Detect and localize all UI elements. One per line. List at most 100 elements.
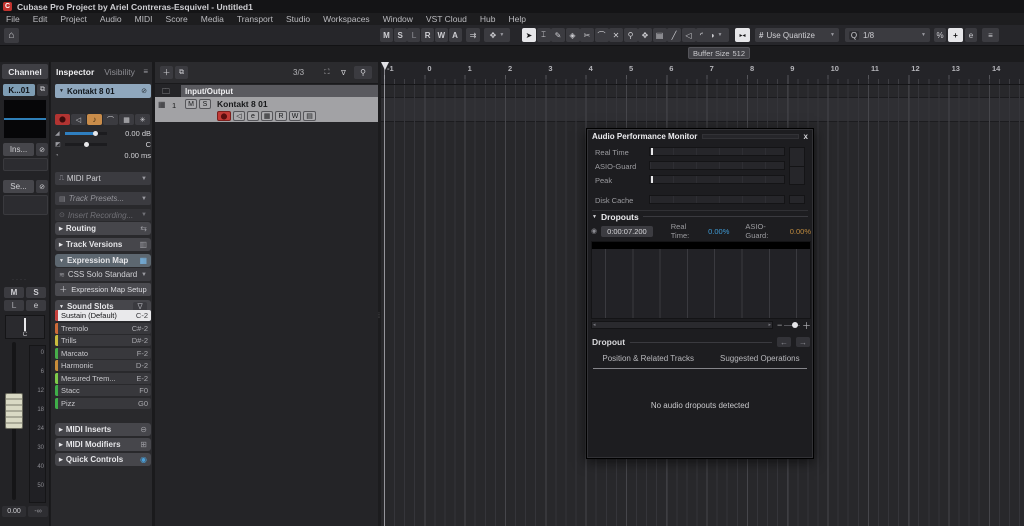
track-name-header[interactable]: ▼ Kontakt 8 01 ⊘ — [55, 84, 151, 98]
scroll-left-icon[interactable]: ◂ — [593, 322, 596, 328]
menu-score[interactable]: Score — [165, 14, 189, 24]
grid-type-select[interactable]: # Use Quantize ▼ — [755, 28, 839, 42]
menu-transport[interactable]: Transport — [236, 14, 274, 24]
glue-tool[interactable]: ⌒ — [595, 28, 609, 42]
apm-drag-grip[interactable] — [702, 134, 798, 139]
range-selection-tool[interactable]: ⌶ — [537, 28, 551, 42]
inserts-bypass-icon[interactable]: ⊘ — [36, 143, 48, 156]
track-read-button[interactable]: R — [275, 111, 287, 121]
sound-slot-tremolo[interactable]: TremoloC#-2 — [55, 323, 151, 334]
zoom-slider-knob[interactable] — [792, 322, 798, 328]
prev-dropout-button[interactable]: ← — [777, 337, 791, 347]
mute-tool[interactable]: ✕ — [609, 28, 623, 42]
tab-inspector[interactable]: Inspector — [56, 67, 94, 77]
channel-listen-button[interactable]: L — [4, 300, 24, 311]
channel-track-chip[interactable]: K...01 — [3, 84, 35, 96]
delay-row[interactable]: ◔ 0.00 ms — [55, 151, 151, 160]
track-presets-select[interactable]: ▤ Track Presets...▼ — [55, 192, 151, 205]
menu-studio[interactable]: Studio — [285, 14, 311, 24]
global-s-button[interactable]: S — [394, 28, 407, 42]
instrument-track-row[interactable]: ▦ 1 M S Kontakt 8 01 ⬤ ◁ e ▦ R W ▤ — [155, 97, 378, 122]
menu-media[interactable]: Media — [200, 14, 225, 24]
sound-slot-stacc[interactable]: StaccF0 — [55, 385, 151, 396]
volume-slider[interactable] — [65, 132, 107, 135]
scroll-right-icon[interactable]: ▸ — [768, 322, 771, 328]
track-strip-button[interactable]: ▤ — [303, 111, 316, 121]
menu-hub[interactable]: Hub — [479, 14, 497, 24]
filter-tracks-button[interactable]: ∇ — [337, 66, 350, 79]
glue-articulation-button[interactable]: ⌒ — [103, 114, 118, 125]
menu-file[interactable]: File — [5, 14, 21, 24]
erase-tool[interactable]: ◈ — [566, 28, 580, 42]
iterative-quantize-button[interactable]: + — [948, 28, 963, 42]
sends-slot[interactable] — [3, 195, 48, 215]
section-expression-map[interactable]: ▼Expression Map ▦ — [55, 254, 151, 267]
tab-visibility[interactable]: Visibility — [104, 67, 135, 77]
channel-eq-display[interactable] — [3, 99, 47, 139]
play-tool[interactable]: ◁ — [682, 28, 696, 42]
inserts-slot[interactable] — [3, 158, 48, 171]
pan-row[interactable]: ◩ C — [55, 140, 151, 149]
global-w-button[interactable]: W — [435, 28, 448, 42]
track-name[interactable]: Kontakt 8 01 — [217, 99, 268, 109]
track-solo-button[interactable]: S — [199, 99, 211, 109]
drum-map-button[interactable]: ▦ — [119, 114, 134, 125]
triplet-quantize-button[interactable]: % — [934, 28, 946, 42]
quantize-panel-button[interactable]: e — [965, 28, 977, 42]
expression-map-preset-select[interactable]: ≋ CSS Solo Standard▼ — [55, 268, 151, 281]
sound-slot-mesured-trem-[interactable]: Mesured Trem...E-2 — [55, 373, 151, 384]
pan-slider[interactable] — [65, 143, 107, 146]
section-routing[interactable]: ▶Routing ⇆ — [55, 222, 151, 235]
track-picture-button[interactable]: ⛶ — [320, 66, 334, 79]
pan-knob[interactable] — [84, 142, 89, 147]
volume-fader-cap[interactable] — [5, 393, 23, 429]
use-track-preset-button[interactable]: ⧉ — [175, 66, 188, 79]
edit-in-place-button[interactable]: ♪ — [87, 114, 102, 125]
audio-performance-monitor-window[interactable]: Audio Performance Monitor x Real TimeASI… — [586, 128, 814, 459]
insert-recording-select[interactable]: ⊙ Insert Recording...▼ — [55, 209, 151, 221]
channel-edit-button[interactable]: e — [26, 300, 46, 311]
snap-button[interactable]: ▸◂ — [735, 28, 750, 42]
dropout-history-graph[interactable] — [591, 241, 811, 319]
quantize-preset-select[interactable]: Q 1/8 ▼ — [845, 28, 930, 42]
split-tool[interactable]: ✂ — [580, 28, 594, 42]
channel-popout-button[interactable]: ⧉ — [37, 84, 48, 96]
object-selection-tool[interactable]: ➤ — [522, 28, 536, 42]
graph-zoom-control[interactable]: − ＋ — [777, 319, 811, 331]
meter-readout[interactable]: -∞ — [28, 506, 48, 517]
track-instrument-button[interactable]: ▦ — [261, 111, 273, 121]
channel-sends-button[interactable]: Se... — [3, 180, 34, 193]
channel-inserts-button[interactable]: Ins... — [3, 143, 34, 156]
graph-scrollbar[interactable]: ◂ ▸ — [591, 321, 773, 329]
track-edit-channel-button[interactable]: e — [247, 111, 259, 121]
menu-vst-cloud[interactable]: VST Cloud — [425, 14, 468, 24]
timeline-ruler[interactable]: -101234567891011121314 — [381, 62, 1024, 85]
midi-part-select[interactable]: ⎍ MIDI Part▼ — [55, 172, 151, 185]
freeze-button[interactable]: ✳ — [135, 114, 150, 125]
sound-slot-sustain-default-[interactable]: Sustain (Default)C-2 — [55, 310, 151, 321]
dropout-time-chip[interactable]: 0:00:07.200 — [601, 226, 653, 237]
draw-tool[interactable]: ✎ — [551, 28, 565, 42]
track-monitor-button[interactable]: ◁ — [233, 111, 245, 121]
folder-track-row[interactable]: 🗀 Input/Output — [155, 85, 378, 97]
sound-slot-pizz[interactable]: PizzG0 — [55, 398, 151, 409]
track-mute-button[interactable]: M — [185, 99, 197, 109]
find-track-button[interactable]: ⚲ — [354, 66, 372, 79]
channel-mute-button[interactable]: M — [4, 287, 24, 298]
sound-slot-trills[interactable]: TrillsD#-2 — [55, 335, 151, 346]
line-tool[interactable]: ╱ — [667, 28, 681, 42]
splitter-dots[interactable]: ···· — [12, 279, 38, 282]
hand-tool[interactable]: ✥ — [638, 28, 652, 42]
zoom-out-icon[interactable]: − — [777, 320, 782, 330]
channel-strip-icon[interactable]: ⊘ — [141, 87, 147, 95]
menu-project[interactable]: Project — [59, 14, 87, 24]
toolbar-setup-button[interactable]: ≡ — [982, 28, 999, 42]
record-enable-button[interactable]: ⬤ — [55, 114, 70, 125]
section-track-versions[interactable]: ▶Track Versions ▥ — [55, 238, 151, 251]
menu-help[interactable]: Help — [507, 14, 526, 24]
expression-map-setup-button[interactable]: ＋ Expression Map Setup — [55, 283, 151, 296]
section-midi-modifiers[interactable]: ▶MIDI Modifiers ⊞ — [55, 438, 151, 451]
menu-midi[interactable]: MIDI — [134, 14, 154, 24]
channel-solo-button[interactable]: S — [26, 287, 46, 298]
apm-close-button[interactable]: x — [804, 132, 808, 141]
